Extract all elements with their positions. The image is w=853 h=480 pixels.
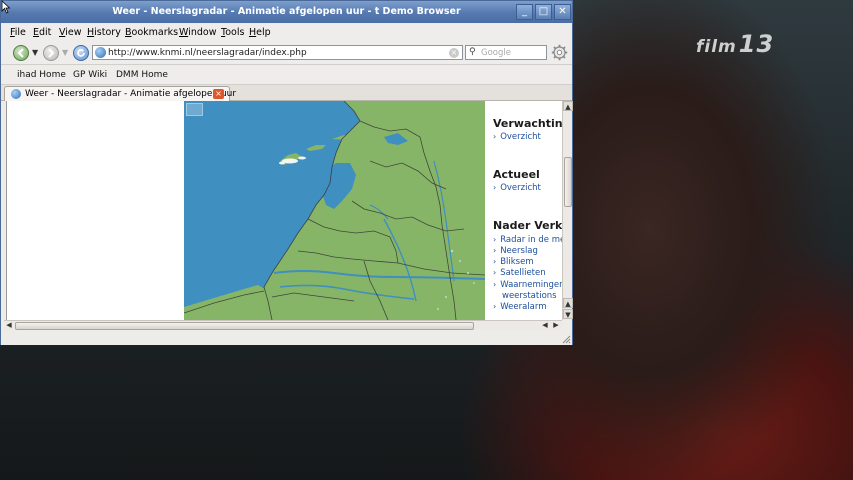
link-weeralarm[interactable]: › Weeralarm [493,302,546,312]
bookmark-ihad-home[interactable]: ihad Home [17,70,66,80]
mouse-pointer-icon [1,0,11,14]
window-title: Weer - Neerslagradar - Animatie afgelope… [112,6,461,17]
menu-window[interactable]: Window [179,27,216,38]
chevron-right-icon: › [493,302,497,311]
scroll-right-button[interactable]: ▶ [551,321,561,331]
bookmark-gp-wiki[interactable]: GP Wiki [73,70,107,80]
tab-strip: Weer - Neerslagradar - Animatie afgelope… [1,85,572,101]
chevron-right-icon: › [493,235,497,244]
vertical-scrollbar[interactable]: ▲ ▲ ▼ [562,101,573,320]
horizontal-scrollbar[interactable]: ◀ ◀ ▶ [4,320,562,330]
minimize-button[interactable]: _ [516,4,533,20]
address-bar[interactable]: × [92,45,463,60]
forward-arrow-icon [48,48,55,58]
sidebar-navigation: Verwachting › Overzicht Actueel › Overzich… [485,101,563,320]
heading-verwachting: Verwachting [493,117,563,130]
scroll-up-button-lower[interactable]: ▲ [563,298,573,308]
tab-globe-icon [11,89,21,99]
back-arrow-icon [17,48,24,58]
heading-nader-verklaard: Nader Verklaard [493,219,563,232]
menu-edit[interactable]: Edit [33,27,51,38]
page-viewport: Verwachting › Overzicht Actueel › Overzich… [6,101,572,320]
link-neerslag[interactable]: › Neerslag [493,246,538,256]
scroll-down-button[interactable]: ▼ [563,309,573,319]
chevron-right-icon: › [493,132,497,141]
link-bliksem[interactable]: › Bliksem [493,257,534,267]
chevron-right-icon: › [493,268,497,277]
channel-logo-text: film [696,37,737,57]
tab-neerslagradar[interactable]: Weer - Neerslagradar - Animatie afgelope… [4,86,236,101]
back-button[interactable] [13,45,29,61]
site-globe-icon [95,47,106,58]
navigation-toolbar: ▼ ▼ × ⚲ [1,41,572,65]
browser-window: Weer - Neerslagradar - Animatie afgelope… [0,0,573,345]
channel-logo: film13 [696,30,774,58]
link-radar-meteorologie[interactable]: ›Radar in de meteorologie [493,235,563,245]
channel-logo-number: 13 [738,30,775,58]
reload-icon [77,48,85,57]
menu-file[interactable]: File [10,27,26,38]
chevron-right-icon: › [493,183,497,192]
menu-tools[interactable]: Tools [221,27,244,38]
search-box[interactable]: ⚲ [465,45,547,60]
tab-label: Weer - Neerslagradar - Animatie afgelope… [25,89,237,99]
resize-grip-icon[interactable] [561,334,571,344]
url-input[interactable] [108,47,448,59]
link-actueel-overzicht[interactable]: › Overzicht [493,183,541,193]
search-icon[interactable]: ⚲ [469,47,476,57]
chevron-right-icon: › [493,257,497,266]
forward-history-dropdown[interactable]: ▼ [62,48,68,57]
menu-view[interactable]: View [59,27,82,38]
menu-bookmarks[interactable]: Bookmarks [125,27,178,38]
bookmarks-toolbar: ihad Home GP Wiki DMM Home [1,66,572,85]
title-bar[interactable]: Weer - Neerslagradar - Animatie afgelope… [1,1,572,23]
back-history-dropdown[interactable]: ▼ [32,48,38,57]
maximize-button[interactable]: □ [535,4,552,20]
radar-map[interactable] [184,101,485,320]
link-weerstations[interactable]: weerstations [502,291,557,301]
scroll-up-button[interactable]: ▲ [563,101,573,111]
activity-gear-icon [551,44,568,61]
menu-history[interactable]: History [87,27,121,38]
status-bar [1,331,572,345]
link-satellieten[interactable]: › Satellieten [493,268,546,278]
horizontal-scroll-thumb[interactable] [15,322,474,330]
clear-url-icon[interactable]: × [449,48,459,58]
vertical-scroll-thumb[interactable] [564,157,572,207]
forward-button[interactable] [43,45,59,61]
link-waarnemingen[interactable]: › Waarnemingen, [493,280,563,290]
reload-button[interactable] [73,45,89,61]
menu-bar: File Edit View History Bookmarks Window … [1,24,572,41]
blank-content-area [7,101,183,320]
close-button[interactable]: ✕ [554,4,571,20]
heading-actueel: Actueel [493,168,540,181]
chevron-right-icon: › [493,280,497,289]
bookmark-dmm-home[interactable]: DMM Home [116,70,168,80]
chevron-right-icon: › [493,246,497,255]
search-input[interactable] [481,47,543,59]
scroll-left-button[interactable]: ◀ [4,321,14,331]
menu-help[interactable]: Help [249,27,271,38]
scroll-left-button-lower[interactable]: ◀ [540,321,550,331]
link-verwachting-overzicht[interactable]: › Overzicht [493,132,541,142]
map-logo-icon [186,103,203,116]
tab-close-button[interactable]: × [213,89,224,99]
